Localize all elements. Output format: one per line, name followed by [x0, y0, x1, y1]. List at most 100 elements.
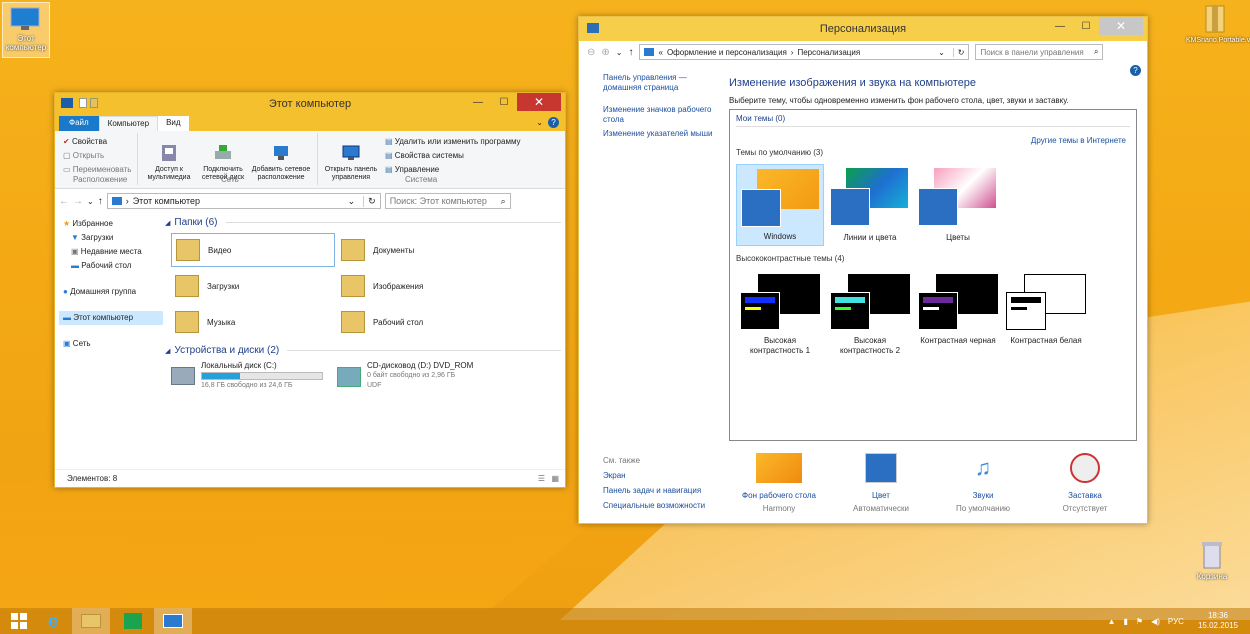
mouse-pointers-link[interactable]: Изменение указателей мыши: [603, 129, 715, 139]
desktop-background-setting[interactable]: Фон рабочего стола Harmony: [729, 453, 829, 515]
nav-item-downloads[interactable]: ▼ Загрузки: [63, 231, 163, 245]
minimize-button[interactable]: —: [465, 93, 491, 111]
nav-item-recent[interactable]: ▣ Недавние места: [63, 245, 163, 259]
help-icon[interactable]: ?: [1130, 65, 1141, 76]
open-button[interactable]: ▢ Открыть: [63, 149, 131, 163]
minimize-button[interactable]: —: [1047, 17, 1073, 35]
nav-network-label: Сеть: [72, 339, 91, 348]
desktop-icon-kms[interactable]: KMSnano.Portable.v1...: [1186, 4, 1250, 45]
media-access-button[interactable]: Доступ к мультимедиа: [143, 135, 195, 190]
search-input[interactable]: Поиск: Этот компьютер ⌕: [384, 193, 511, 209]
show-hidden-icons-icon[interactable]: ▲: [1108, 617, 1116, 626]
desktop-icon-trash[interactable]: Корзина: [1190, 540, 1234, 581]
chevron-down-icon[interactable]: ⌄: [87, 197, 94, 206]
drive-c[interactable]: Локальный диск (C:) 16,8 ГБ свободно из …: [171, 361, 335, 395]
personalization-titlebar[interactable]: Персонализация — ☐ ✕: [579, 17, 1147, 41]
tab-computer[interactable]: Компьютер: [98, 116, 159, 131]
add-location-button[interactable]: Добавить сетевое расположение: [249, 135, 313, 190]
volume-icon[interactable]: ◀): [1151, 617, 1160, 626]
back-icon[interactable]: ⊖: [587, 47, 595, 58]
uninstall-button[interactable]: ▤ Удалить или изменить программу: [385, 135, 521, 149]
chevron-down-icon[interactable]: ⌄: [616, 48, 623, 57]
display-link[interactable]: Экран: [603, 468, 705, 483]
tab-view[interactable]: Вид: [158, 116, 189, 131]
nav-favorites[interactable]: ★ Избранное: [63, 217, 163, 231]
system-properties-label: Свойства системы: [394, 151, 464, 160]
recent-icon: ▣: [71, 247, 79, 256]
folder-item[interactable]: Музыка: [171, 305, 335, 339]
folder-item[interactable]: Документы: [337, 233, 501, 267]
open-control-panel-button[interactable]: Открыть панель управления: [321, 135, 381, 190]
maximize-button[interactable]: ☐: [1073, 17, 1099, 35]
folder-item[interactable]: Видео: [171, 233, 335, 267]
archive-icon: [1205, 5, 1225, 33]
language-indicator[interactable]: РУС: [1168, 617, 1184, 626]
breadcrumb-item[interactable]: Персонализация: [797, 48, 860, 57]
explorer-titlebar[interactable]: Этот компьютер — ☐ ✕: [55, 93, 565, 115]
maximize-button[interactable]: ☐: [491, 93, 517, 111]
theme-windows[interactable]: Windows: [736, 164, 824, 246]
chevron-down-icon[interactable]: ⌄: [938, 48, 949, 57]
details-view-icon[interactable]: ☰: [538, 474, 545, 483]
close-button[interactable]: ✕: [1099, 17, 1143, 35]
group-label-system: Система: [405, 175, 438, 184]
search-input[interactable]: Поиск в панели управления ⌕: [975, 44, 1104, 60]
search-icon[interactable]: ⌕: [501, 196, 506, 207]
taskbar-control-panel[interactable]: [154, 608, 192, 634]
forward-icon[interactable]: →: [73, 196, 83, 207]
theme-hc2[interactable]: Высокая контрастность 2: [826, 274, 914, 360]
help-icon[interactable]: ?: [548, 117, 559, 128]
tiles-view-icon[interactable]: ▦: [551, 474, 559, 483]
tab-file[interactable]: Файл: [59, 116, 99, 131]
ribbon: ✔ Свойства ▢ Открыть ▭ Переименовать Рас…: [55, 131, 565, 189]
desktop-icons-link[interactable]: Изменение значков рабочего стола: [603, 105, 715, 125]
folders-header[interactable]: ◢ Папки (6): [165, 217, 561, 228]
nav-this-pc[interactable]: ▬ Этот компьютер: [59, 311, 163, 325]
up-icon[interactable]: ↑: [98, 196, 103, 207]
chevron-down-icon[interactable]: ⌄: [348, 196, 360, 207]
flag-icon[interactable]: ⚑: [1136, 617, 1143, 626]
drive-d[interactable]: CD-дисковод (D:) DVD_ROM 0 байт свободно…: [337, 361, 501, 395]
store-icon: [124, 613, 142, 629]
properties-button[interactable]: ✔ Свойства: [63, 135, 131, 149]
devices-header[interactable]: ◢ Устройства и диски (2): [165, 345, 561, 356]
nav-item-desktop[interactable]: ▬ Рабочий стол: [63, 259, 163, 273]
taskbar-explorer[interactable]: [72, 608, 110, 634]
back-icon[interactable]: ←: [59, 196, 69, 207]
chevron-down-icon[interactable]: ⌄: [536, 118, 543, 127]
theme-hc-white[interactable]: Контрастная белая: [1002, 274, 1090, 360]
theme-hc1[interactable]: Высокая контрастность 1: [736, 274, 824, 360]
start-button[interactable]: [0, 608, 38, 634]
folder-item[interactable]: Изображения: [337, 269, 501, 303]
forward-icon[interactable]: ⊕: [601, 47, 609, 58]
theme-lines-colors[interactable]: Линии и цвета: [826, 164, 914, 246]
search-icon[interactable]: ⌕: [1094, 47, 1098, 57]
theme-hc-black[interactable]: Контрастная черная: [914, 274, 1002, 360]
nav-network[interactable]: ▣ Сеть: [63, 337, 163, 351]
refresh-icon[interactable]: ↻: [363, 195, 380, 207]
control-panel-home-link[interactable]: Панель управления — домашняя страница: [603, 73, 715, 93]
system-properties-button[interactable]: ▤ Свойства системы: [385, 149, 521, 163]
taskbar-link[interactable]: Панель задач и навигация: [603, 483, 705, 498]
desktop-icon-computer[interactable]: Этот компьютер: [2, 2, 50, 58]
folder-item[interactable]: Загрузки: [171, 269, 335, 303]
nav-homegroup[interactable]: ● Домашняя группа: [63, 285, 163, 299]
screensaver-setting[interactable]: Заставка Отсутствует: [1035, 453, 1135, 515]
sounds-setting[interactable]: ♫ Звуки По умолчанию: [933, 453, 1033, 515]
clock[interactable]: 18:36 15.02.2015: [1198, 611, 1238, 631]
setting-value: Отсутствует: [1062, 504, 1108, 513]
refresh-icon[interactable]: ↻: [952, 47, 969, 57]
address-bar[interactable]: › Этот компьютер ⌄ ↻: [106, 193, 381, 209]
more-themes-link[interactable]: Другие темы в Интернете: [1031, 136, 1126, 145]
folder-item[interactable]: Рабочий стол: [337, 305, 501, 339]
network-status-icon[interactable]: ▮: [1124, 617, 1128, 626]
breadcrumb-item[interactable]: Оформление и персонализация: [667, 48, 787, 57]
theme-flowers[interactable]: Цветы: [914, 164, 1002, 246]
taskbar-store[interactable]: [114, 608, 152, 634]
close-button[interactable]: ✕: [517, 93, 561, 111]
up-icon[interactable]: ↑: [628, 47, 633, 58]
color-setting[interactable]: Цвет Автоматически: [831, 453, 931, 515]
address-bar[interactable]: « Оформление и персонализация › Персонал…: [639, 44, 970, 60]
taskbar-ie[interactable]: e: [34, 608, 72, 634]
accessibility-link[interactable]: Специальные возможности: [603, 498, 705, 513]
